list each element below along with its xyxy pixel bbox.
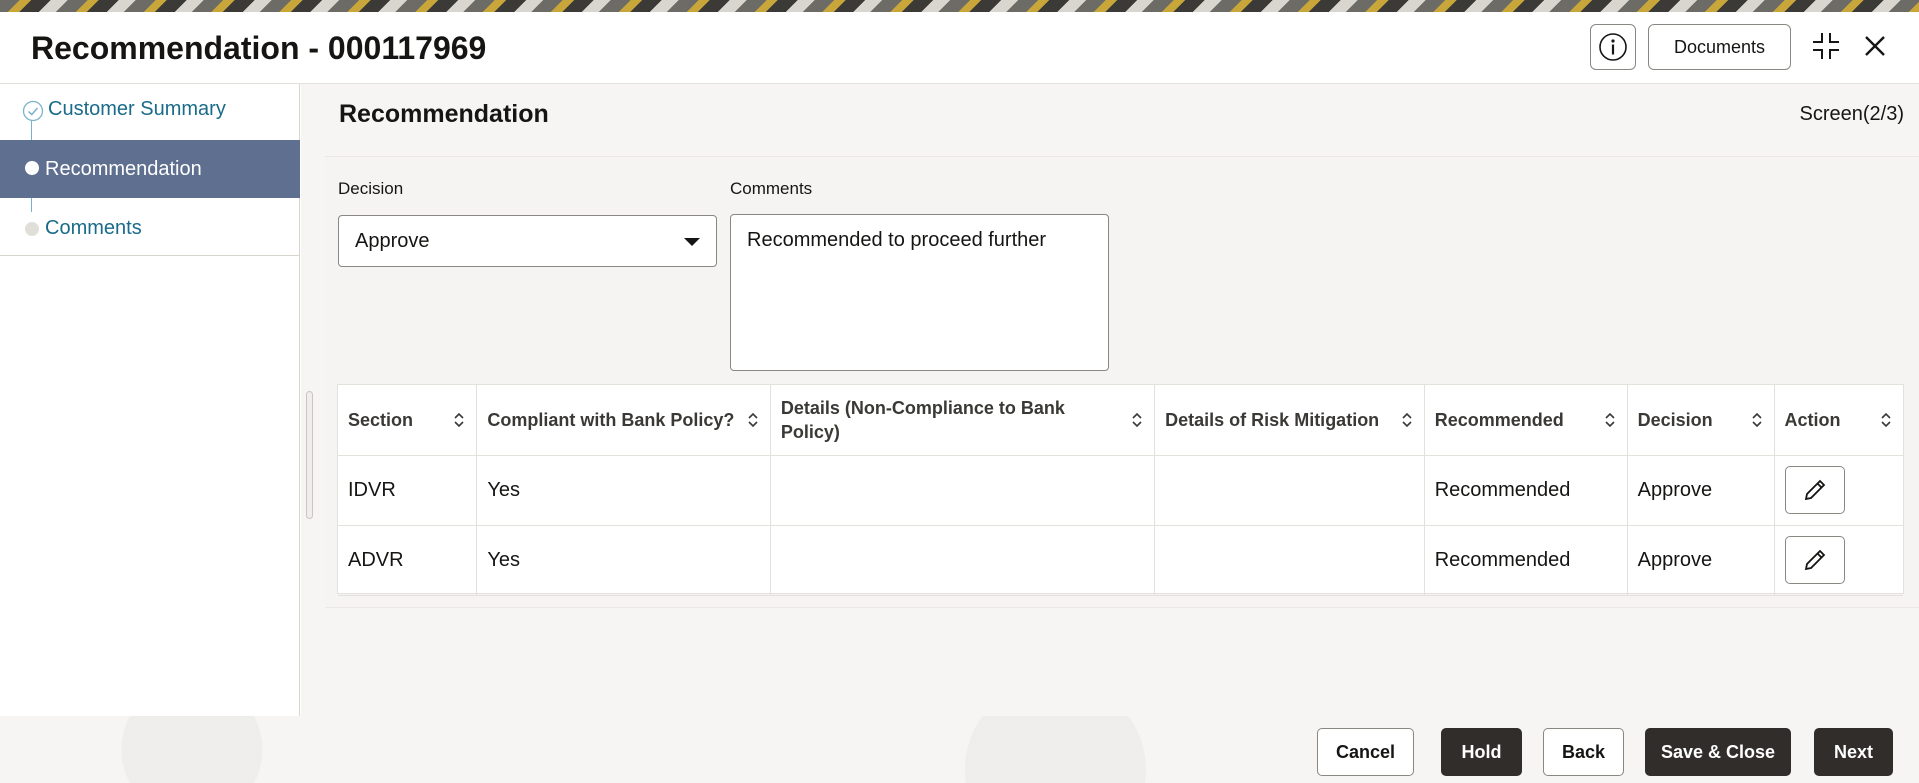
pencil-icon [1804,549,1825,571]
screen-indicator: Screen(2/3) [1799,103,1905,125]
sort-icon [748,412,758,427]
cell-decision: Approve [1627,455,1775,526]
info-button[interactable] [1590,24,1636,70]
info-icon [1599,33,1627,61]
table-header-row: Section Compliant with Bank Policy? Deta… [338,385,1903,456]
sort-icon [1402,412,1412,427]
column-header-compliant[interactable]: Compliant with Bank Policy? [476,385,771,456]
cancel-button[interactable]: Cancel [1317,728,1414,776]
cell-recommended: Recommended [1424,455,1628,526]
cell-action [1774,455,1903,526]
column-header-action[interactable]: Action [1774,385,1903,456]
column-header-label: Compliant with Bank Policy? [487,409,735,430]
dialog-footer: Cancel Hold Back Save & Close Next [0,716,1919,783]
cell-non-compliance-details [770,455,1156,526]
back-button[interactable]: Back [1543,728,1624,776]
main-content: Recommendation Screen(2/3) Decision Appr… [301,84,1919,716]
step-label: Comments [45,217,142,239]
documents-button[interactable]: Documents [1648,24,1791,70]
cell-risk-mitigation [1154,455,1425,526]
next-button[interactable]: Next [1814,728,1893,776]
decision-label: Decision [338,179,404,198]
cell-risk-mitigation [1154,525,1425,596]
sort-icon [454,412,464,427]
cell-recommended: Recommended [1424,525,1628,596]
cell-compliant: Yes [476,525,771,596]
edit-row-button[interactable] [1784,536,1845,584]
step-customer-summary[interactable]: Customer Summary [0,84,300,136]
recommendation-dialog: Recommendation - 000117969 Documents Cus… [0,12,1919,783]
column-header-recommended[interactable]: Recommended [1424,385,1628,456]
column-header-decision[interactable]: Decision [1627,385,1775,456]
background-banner [0,0,1919,12]
cell-section: IDVR [338,455,478,526]
column-header-label: Decision [1637,409,1713,430]
table-row: IDVR Yes Recommended Approve [338,455,1903,526]
scrollbar-thumb[interactable] [306,391,313,519]
sort-icon [1751,412,1762,427]
edit-row-button[interactable] [1784,466,1845,514]
dialog-title: Recommendation - 000117969 [31,30,487,66]
cell-non-compliance-details [770,525,1156,596]
column-header-risk-mitigation[interactable]: Details of Risk Mitigation [1154,385,1425,456]
section-title: Recommendation [339,100,549,128]
close-button[interactable] [1857,28,1893,64]
check-circle-icon [22,100,44,122]
step-comments[interactable]: Comments [0,198,300,256]
step-recommendation[interactable]: Recommendation [0,140,300,198]
column-header-label: Details (Non-Compliance to Bank Policy) [780,397,1065,442]
pencil-icon [1804,479,1825,501]
column-header-non-compliance[interactable]: Details (Non-Compliance to Bank Policy) [770,385,1156,456]
column-header-label: Section [348,409,414,430]
table-row: ADVR Yes Recommended Approve [338,525,1903,596]
sort-icon [1605,412,1615,427]
minimize-button[interactable] [1808,28,1844,64]
minimize-icon [1813,33,1839,59]
column-header-label: Details of Risk Mitigation [1165,409,1380,430]
hold-button[interactable]: Hold [1441,728,1522,776]
step-label: Recommendation [45,158,202,180]
column-header-label: Action [1784,409,1841,430]
step-navigation: Customer Summary Recommendation Comments [0,84,300,716]
close-icon [1865,36,1885,56]
caret-down-icon [684,238,700,246]
pending-step-dot-icon [25,222,39,236]
dialog-header: Recommendation - 000117969 Documents [0,12,1919,84]
step-label: Customer Summary [48,98,226,120]
cell-section: ADVR [338,525,478,596]
column-header-section[interactable]: Section [338,385,478,456]
cell-compliant: Yes [476,455,771,526]
active-step-dot-icon [25,161,39,175]
decision-value: Approve [355,230,430,252]
save-and-close-button[interactable]: Save & Close [1645,728,1791,776]
column-header-label: Recommended [1434,409,1564,430]
sort-icon [1881,412,1891,427]
comments-textarea[interactable]: Recommended to proceed further [730,214,1109,371]
decision-select[interactable]: Approve [338,215,717,267]
sort-icon [1132,412,1142,427]
comments-label: Comments [730,179,813,198]
cell-decision: Approve [1627,525,1775,596]
recommendation-table: Section Compliant with Bank Policy? Deta… [337,384,1904,596]
cell-action [1774,525,1903,596]
